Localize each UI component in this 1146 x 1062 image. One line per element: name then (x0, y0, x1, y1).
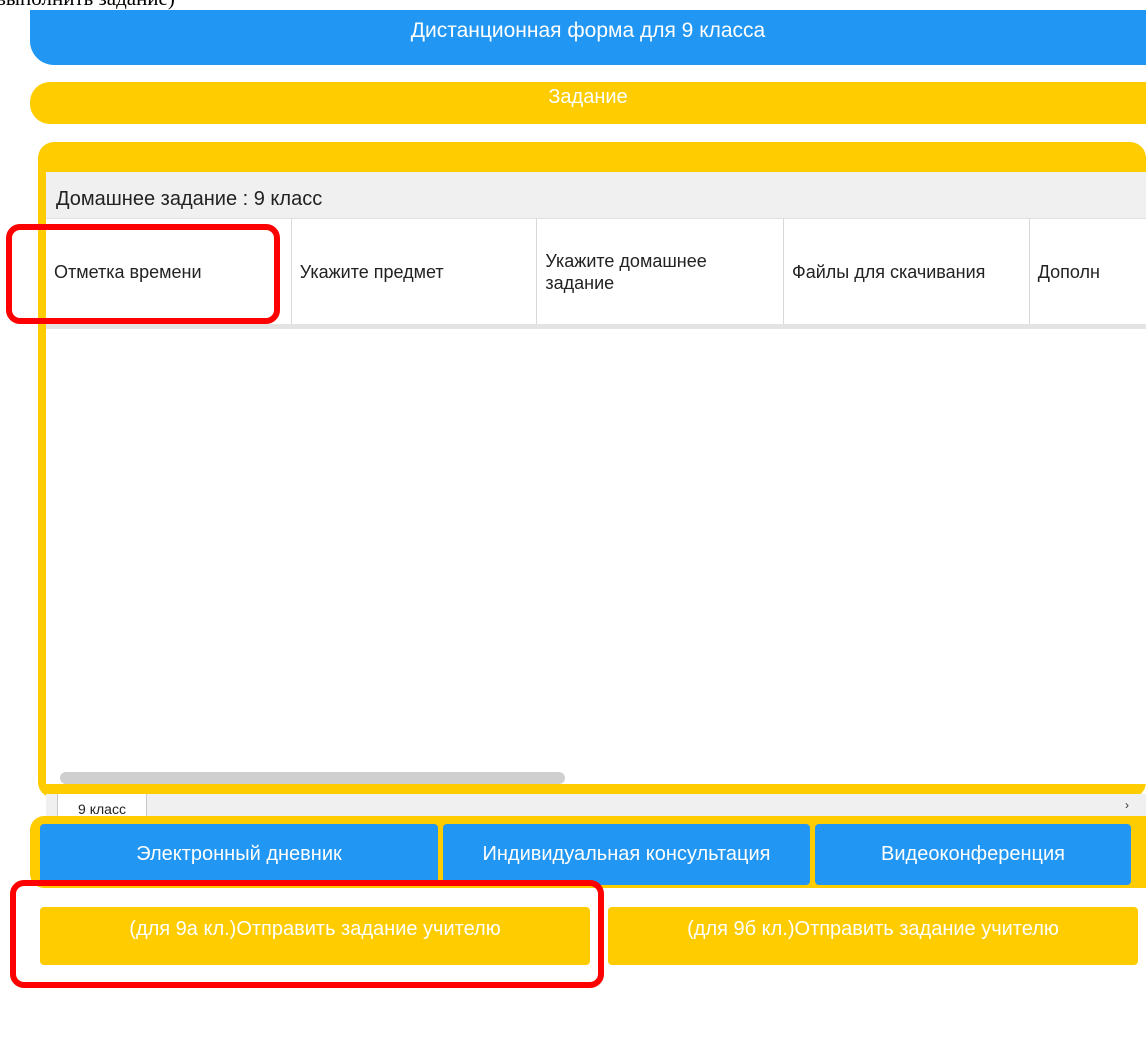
column-header-additional[interactable]: Дополн (1030, 219, 1146, 324)
page-title: Дистанционная форма для 9 класса (30, 10, 1146, 65)
videoconference-button[interactable]: Видеоконференция (815, 824, 1131, 885)
column-header-files[interactable]: Файлы для скачивания (784, 219, 1030, 324)
send-task-9b-button[interactable]: (для 9б кл.)Отправить задание учителю (608, 907, 1138, 965)
chevron-right-icon[interactable]: › (1122, 796, 1132, 814)
embedded-spreadsheet[interactable]: Домашнее задание : 9 класс Отметка време… (46, 172, 1146, 784)
column-header-timestamp[interactable]: Отметка времени (46, 219, 292, 324)
electronic-diary-button[interactable]: Электронный дневник (40, 824, 438, 885)
column-header-subject[interactable]: Укажите предмет (292, 219, 538, 324)
sheet-title: Домашнее задание : 9 класс (46, 172, 1146, 219)
horizontal-scrollbar[interactable] (60, 772, 565, 784)
column-header-row: Отметка времени Укажите предмет Укажите … (46, 219, 1146, 329)
individual-consultation-button[interactable]: Индивидуальная консультация (443, 824, 810, 885)
send-task-9a-button[interactable]: (для 9а кл.)Отправить задание учителю (40, 907, 590, 965)
section-label: Задание (30, 82, 1146, 124)
column-header-homework[interactable]: Укажите домашнее задание (537, 219, 785, 324)
